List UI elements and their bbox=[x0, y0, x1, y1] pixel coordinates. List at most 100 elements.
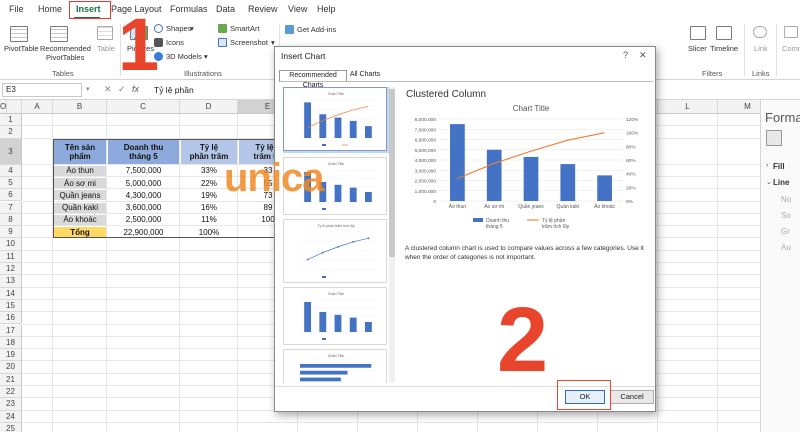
tab-file[interactable]: File bbox=[9, 4, 24, 14]
name-box-chevron-down-icon[interactable]: ▾ bbox=[86, 85, 90, 93]
tab-data[interactable]: Data bbox=[216, 4, 235, 14]
tab-formulas[interactable]: Formulas bbox=[170, 4, 208, 14]
line-option-gradient[interactable]: Gr bbox=[781, 227, 790, 236]
thumb-scrollbar[interactable] bbox=[389, 87, 395, 383]
pivottable-button[interactable]: PivotTable bbox=[4, 44, 39, 53]
row-header-10[interactable]: 10 bbox=[0, 238, 22, 251]
product-cell[interactable]: Quần jeans bbox=[54, 190, 106, 201]
column-header-c[interactable]: C bbox=[107, 100, 180, 114]
product-cell[interactable]: Áo khoác bbox=[54, 214, 106, 226]
row-header-14[interactable]: 14 bbox=[0, 287, 22, 300]
percent-cell[interactable]: 16% bbox=[181, 202, 237, 213]
3d-models-chevron-down-icon[interactable]: ▾ bbox=[204, 52, 208, 61]
row-header-23[interactable]: 23 bbox=[0, 398, 22, 411]
row-header-21[interactable]: 21 bbox=[0, 373, 22, 386]
row-header-3[interactable]: 3 bbox=[0, 138, 22, 165]
row-header-13[interactable]: 13 bbox=[0, 275, 22, 288]
line-section-label[interactable]: Line bbox=[773, 178, 789, 187]
tab-review[interactable]: Review bbox=[248, 4, 278, 14]
chart-thumbnail[interactable]: Chart Title bbox=[283, 349, 387, 383]
recommended-charts-list[interactable]: Chart Title Chart Title Tỷ lệ phần trăm tí… bbox=[283, 87, 389, 383]
cancel-entry-icon[interactable]: ✕ bbox=[104, 84, 112, 95]
row-header-17[interactable]: 17 bbox=[0, 324, 22, 337]
tab-view[interactable]: View bbox=[288, 4, 307, 14]
row-header-19[interactable]: 19 bbox=[0, 349, 22, 362]
column-header-l[interactable]: L bbox=[658, 100, 718, 114]
row-header-20[interactable]: 20 bbox=[0, 361, 22, 374]
revenue-cell[interactable]: 2,500,000 bbox=[108, 214, 179, 226]
recommended-pivottables-label-1[interactable]: Recommended bbox=[40, 44, 91, 53]
icons-button[interactable]: Icons bbox=[166, 38, 184, 47]
revenue-cell[interactable]: 5,000,000 bbox=[108, 177, 179, 189]
screenshot-button[interactable]: Screenshot bbox=[230, 38, 268, 47]
chart-thumbnail[interactable]: Tỷ lệ phần trăm tích lũy bbox=[283, 219, 387, 283]
timeline-icon[interactable] bbox=[716, 26, 732, 40]
3d-models-button[interactable]: 3D Models bbox=[166, 52, 202, 61]
comment-icon[interactable] bbox=[784, 26, 798, 38]
total-revenue-cell[interactable]: 22,900,000 bbox=[108, 227, 179, 238]
tab-help[interactable]: Help bbox=[317, 4, 336, 14]
product-cell[interactable]: Áo sơ mi bbox=[54, 177, 106, 189]
product-cell[interactable]: Áo thun bbox=[54, 165, 106, 176]
tab-recommended-charts[interactable]: Recommended Charts bbox=[279, 70, 347, 89]
line-option-no-line[interactable]: No bbox=[781, 195, 791, 204]
header-cell-revenue[interactable]: Doanh thu tháng 5 bbox=[108, 139, 179, 164]
table-button[interactable]: Table bbox=[97, 44, 115, 53]
timeline-button[interactable]: Timeline bbox=[710, 44, 738, 53]
chart-thumbnail[interactable]: Chart Title bbox=[283, 87, 387, 151]
tab-home[interactable]: Home bbox=[38, 4, 62, 14]
dialog-close-button[interactable]: ✕ bbox=[639, 50, 647, 61]
header-cell-product[interactable]: Tên sản phẩm bbox=[54, 139, 106, 164]
row-header-12[interactable]: 12 bbox=[0, 263, 22, 276]
row-header-22[interactable]: 22 bbox=[0, 386, 22, 399]
total-percent-cell[interactable]: 100% bbox=[181, 227, 237, 238]
row-header-25[interactable]: 25 bbox=[0, 422, 22, 432]
get-addins-icon[interactable] bbox=[285, 25, 294, 34]
cancel-button[interactable]: Cancel bbox=[610, 390, 654, 404]
column-header-b[interactable]: B bbox=[53, 100, 107, 114]
row-header-2[interactable]: 2 bbox=[0, 126, 22, 139]
link-icon[interactable] bbox=[753, 26, 767, 38]
screenshot-icon[interactable] bbox=[218, 38, 227, 47]
chart-thumbnail[interactable]: Chart Title bbox=[283, 287, 387, 345]
row-header-15[interactable]: 15 bbox=[0, 299, 22, 313]
slicer-button[interactable]: Slicer bbox=[688, 44, 707, 53]
row-header-9[interactable]: 9 bbox=[0, 226, 22, 239]
name-box[interactable]: E3 bbox=[2, 83, 82, 97]
row-header-4[interactable]: 4 bbox=[0, 164, 22, 177]
fill-line-icon[interactable] bbox=[766, 130, 782, 146]
formula-input[interactable]: Tỷ lệ phần bbox=[154, 85, 194, 95]
row-header-7[interactable]: 7 bbox=[0, 201, 22, 214]
shapes-chevron-down-icon[interactable]: ▾ bbox=[190, 24, 194, 33]
total-label-cell[interactable]: Tổng bbox=[54, 227, 106, 238]
slicer-icon[interactable] bbox=[690, 26, 706, 40]
row-header-8[interactable]: 8 bbox=[0, 213, 22, 227]
tab-all-charts[interactable]: All Charts bbox=[349, 70, 381, 81]
thumb-scrollbar-handle[interactable] bbox=[389, 89, 395, 257]
row-header-6[interactable]: 6 bbox=[0, 189, 22, 202]
recommended-pivottables-icon[interactable] bbox=[50, 26, 68, 42]
table-icon[interactable] bbox=[97, 26, 113, 40]
percent-cell[interactable]: 11% bbox=[181, 214, 237, 226]
row-header-1[interactable]: 1 bbox=[0, 114, 22, 127]
row-header-24[interactable]: 24 bbox=[0, 410, 22, 423]
comment-button[interactable]: Comment bbox=[782, 44, 800, 53]
pivottable-icon[interactable] bbox=[10, 26, 28, 42]
line-option-automatic[interactable]: Au bbox=[781, 243, 791, 252]
product-cell[interactable]: Quần kaki bbox=[54, 202, 106, 213]
smartart-button[interactable]: SmartArt bbox=[230, 24, 260, 33]
row-header-16[interactable]: 16 bbox=[0, 312, 22, 325]
column-header-d[interactable]: D bbox=[180, 100, 238, 114]
column-header-o[interactable]: O bbox=[0, 100, 8, 114]
column-header-a[interactable]: A bbox=[22, 100, 53, 114]
row-header-18[interactable]: 18 bbox=[0, 336, 22, 350]
dialog-help-button[interactable]: ? bbox=[623, 50, 628, 60]
shapes-button[interactable]: Shapes bbox=[166, 24, 191, 33]
line-option-solid[interactable]: So bbox=[781, 211, 791, 220]
fill-section-label[interactable]: Fill bbox=[773, 162, 785, 171]
row-header-11[interactable]: 11 bbox=[0, 250, 22, 263]
revenue-cell[interactable]: 7,500,000 bbox=[108, 165, 179, 176]
smartart-icon[interactable] bbox=[218, 24, 227, 33]
recommended-pivottables-label-2[interactable]: PivotTables bbox=[46, 53, 84, 62]
revenue-cell[interactable]: 4,300,000 bbox=[108, 190, 179, 201]
